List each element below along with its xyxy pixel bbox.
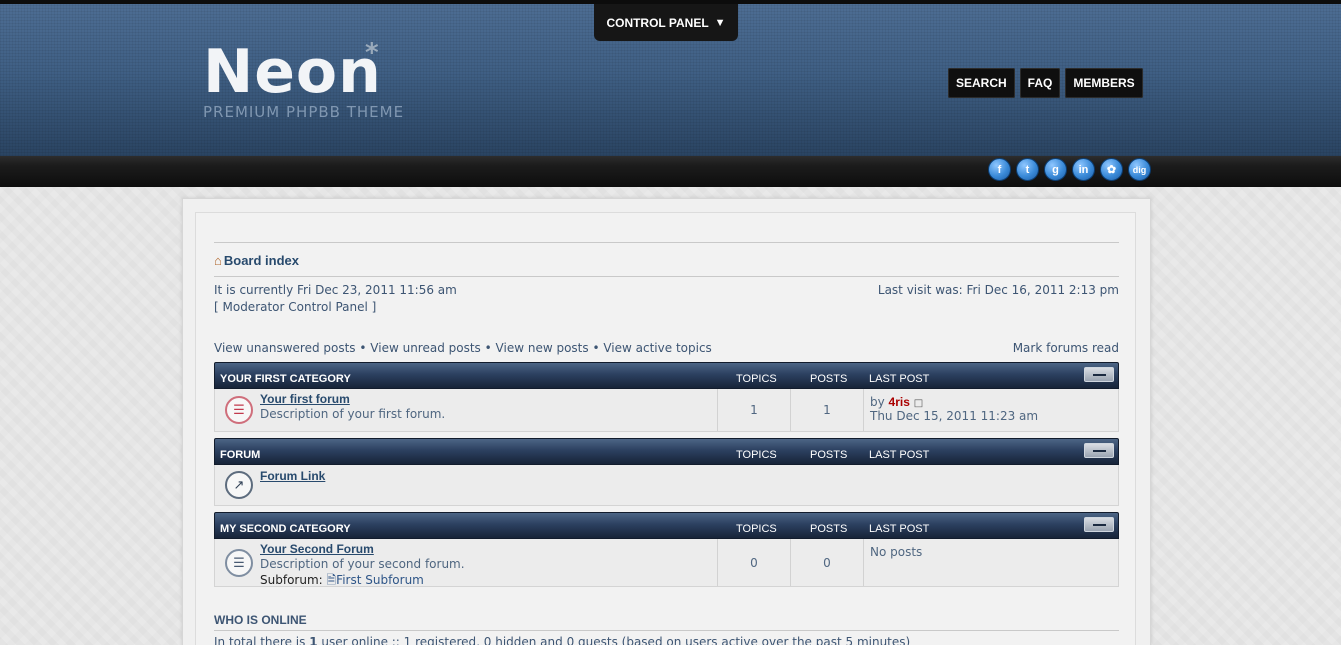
link-separator: • — [592, 341, 600, 355]
home-icon: ⌂ — [214, 253, 222, 268]
breadcrumb-board-index[interactable]: Board index — [224, 253, 299, 268]
topics-column-header: TOPICS — [736, 523, 777, 535]
quick-links: View unanswered posts • View unread post… — [214, 341, 712, 355]
digg-icon[interactable]: dig — [1128, 158, 1151, 181]
link-separator: • — [484, 341, 492, 355]
mark-forums-read-link[interactable]: Mark forums read — [1013, 341, 1119, 355]
view-unread-link[interactable]: View unread posts — [370, 341, 481, 355]
site-logo[interactable]: Neon — [203, 40, 382, 104]
subforum-link[interactable]: 🗎First Subforum — [327, 573, 424, 587]
category-header: MY SECOND CATEGORY TOPICS POSTS LAST POS… — [214, 512, 1119, 539]
last-post-column-header: LAST POST — [869, 449, 930, 461]
breadcrumb-divider — [214, 276, 1119, 277]
subforum-link-label[interactable]: First Subforum — [336, 573, 424, 587]
subforum-list: Subforum: 🗎First Subforum — [260, 571, 424, 592]
view-new-link[interactable]: View new posts — [496, 341, 589, 355]
online-divider — [214, 630, 1119, 631]
category-header: FORUM TOPICS POSTS LAST POST — [214, 438, 1119, 465]
last-post-user-link[interactable]: 4ris — [889, 395, 910, 409]
subforum-label: Subforum: — [260, 573, 323, 587]
forum-link-icon: ↗ — [225, 471, 253, 499]
view-active-link[interactable]: View active topics — [603, 341, 711, 355]
moderator-control-panel-link[interactable]: [ Moderator Control Panel ] — [214, 300, 376, 314]
posts-column-header: POSTS — [810, 523, 848, 535]
topics-column-header: TOPICS — [736, 373, 777, 385]
last-post: No posts — [863, 539, 1120, 586]
control-panel-menu[interactable]: CONTROL PANEL ▼ — [594, 4, 738, 41]
forum-unread-icon: ☰ — [225, 396, 253, 424]
last-post-column-header: LAST POST — [869, 523, 930, 535]
last-post-time: Thu Dec 15, 2011 11:23 am — [870, 409, 1039, 423]
last-post-column-header: LAST POST — [869, 373, 930, 385]
forum-description: Description of your first forum. — [260, 407, 446, 421]
forum-title-link[interactable]: Your first forum — [260, 392, 350, 406]
category-title[interactable]: MY SECOND CATEGORY — [220, 523, 351, 535]
collapse-button[interactable] — [1084, 367, 1114, 382]
forum-row: ↗ Forum Link — [214, 465, 1119, 506]
forum-row: ☰ Your Second Forum Description of your … — [214, 539, 1119, 587]
linkedin-icon[interactable]: in — [1072, 158, 1095, 181]
social-links: f t g in ✿ dig — [988, 158, 1151, 181]
top-navigation: SEARCH FAQ MEMBERS — [948, 68, 1143, 98]
top-divider — [214, 242, 1119, 243]
view-unanswered-link[interactable]: View unanswered posts — [214, 341, 356, 355]
collapse-button[interactable] — [1084, 443, 1114, 458]
link-separator: • — [359, 341, 367, 355]
facebook-icon[interactable]: f — [988, 158, 1011, 181]
online-count: 1 — [309, 635, 318, 645]
current-time: It is currently Fri Dec 23, 2011 11:56 a… — [214, 283, 457, 297]
members-button[interactable]: MEMBERS — [1065, 68, 1143, 98]
forum-read-icon: ☰ — [225, 549, 253, 577]
last-post: by 4ris □ Thu Dec 15, 2011 11:23 am — [863, 389, 1120, 431]
who-is-online-title: WHO IS ONLINE — [214, 613, 307, 627]
online-text-suffix: user online :: 1 registered, 0 hidden an… — [317, 635, 911, 645]
faq-button[interactable]: FAQ — [1019, 68, 1061, 98]
category-title[interactable]: FORUM — [220, 449, 260, 461]
myspace-icon[interactable]: ✿ — [1100, 158, 1123, 181]
last-visit: Last visit was: Fri Dec 16, 2011 2:13 pm — [877, 283, 1119, 297]
forum-title-link[interactable]: Forum Link — [260, 469, 325, 483]
category-header: YOUR FIRST CATEGORY TOPICS POSTS LAST PO… — [214, 362, 1119, 389]
online-text-prefix: In total there is — [214, 635, 310, 645]
logo-star-icon: * — [365, 38, 379, 68]
forum-row: ☰ Your first forum Description of your f… — [214, 389, 1119, 432]
breadcrumb[interactable]: ⌂ Board index — [214, 253, 299, 268]
collapse-button[interactable] — [1084, 517, 1114, 532]
control-panel-label: CONTROL PANEL — [606, 15, 709, 30]
category-title[interactable]: YOUR FIRST CATEGORY — [220, 373, 351, 385]
forum-title-link[interactable]: Your Second Forum — [260, 542, 374, 556]
topics-count: 1 — [717, 389, 790, 431]
topics-count: 0 — [717, 539, 790, 586]
forum-description: Description of your second forum. — [260, 557, 465, 571]
topics-column-header: TOPICS — [736, 449, 777, 461]
view-latest-post-icon[interactable]: □ — [914, 398, 923, 409]
google-icon[interactable]: g — [1044, 158, 1067, 181]
caret-down-icon: ▼ — [714, 16, 726, 29]
posts-column-header: POSTS — [810, 373, 848, 385]
online-summary: In total there is 1 user online :: 1 reg… — [214, 635, 910, 645]
posts-column-header: POSTS — [810, 449, 848, 461]
last-post-by: by — [870, 395, 885, 409]
search-button[interactable]: SEARCH — [948, 68, 1015, 98]
logo-subtitle: PREMIUM PHPBB THEME — [203, 103, 405, 121]
posts-count: 1 — [790, 389, 863, 431]
twitter-icon[interactable]: t — [1016, 158, 1039, 181]
posts-count: 0 — [790, 539, 863, 586]
